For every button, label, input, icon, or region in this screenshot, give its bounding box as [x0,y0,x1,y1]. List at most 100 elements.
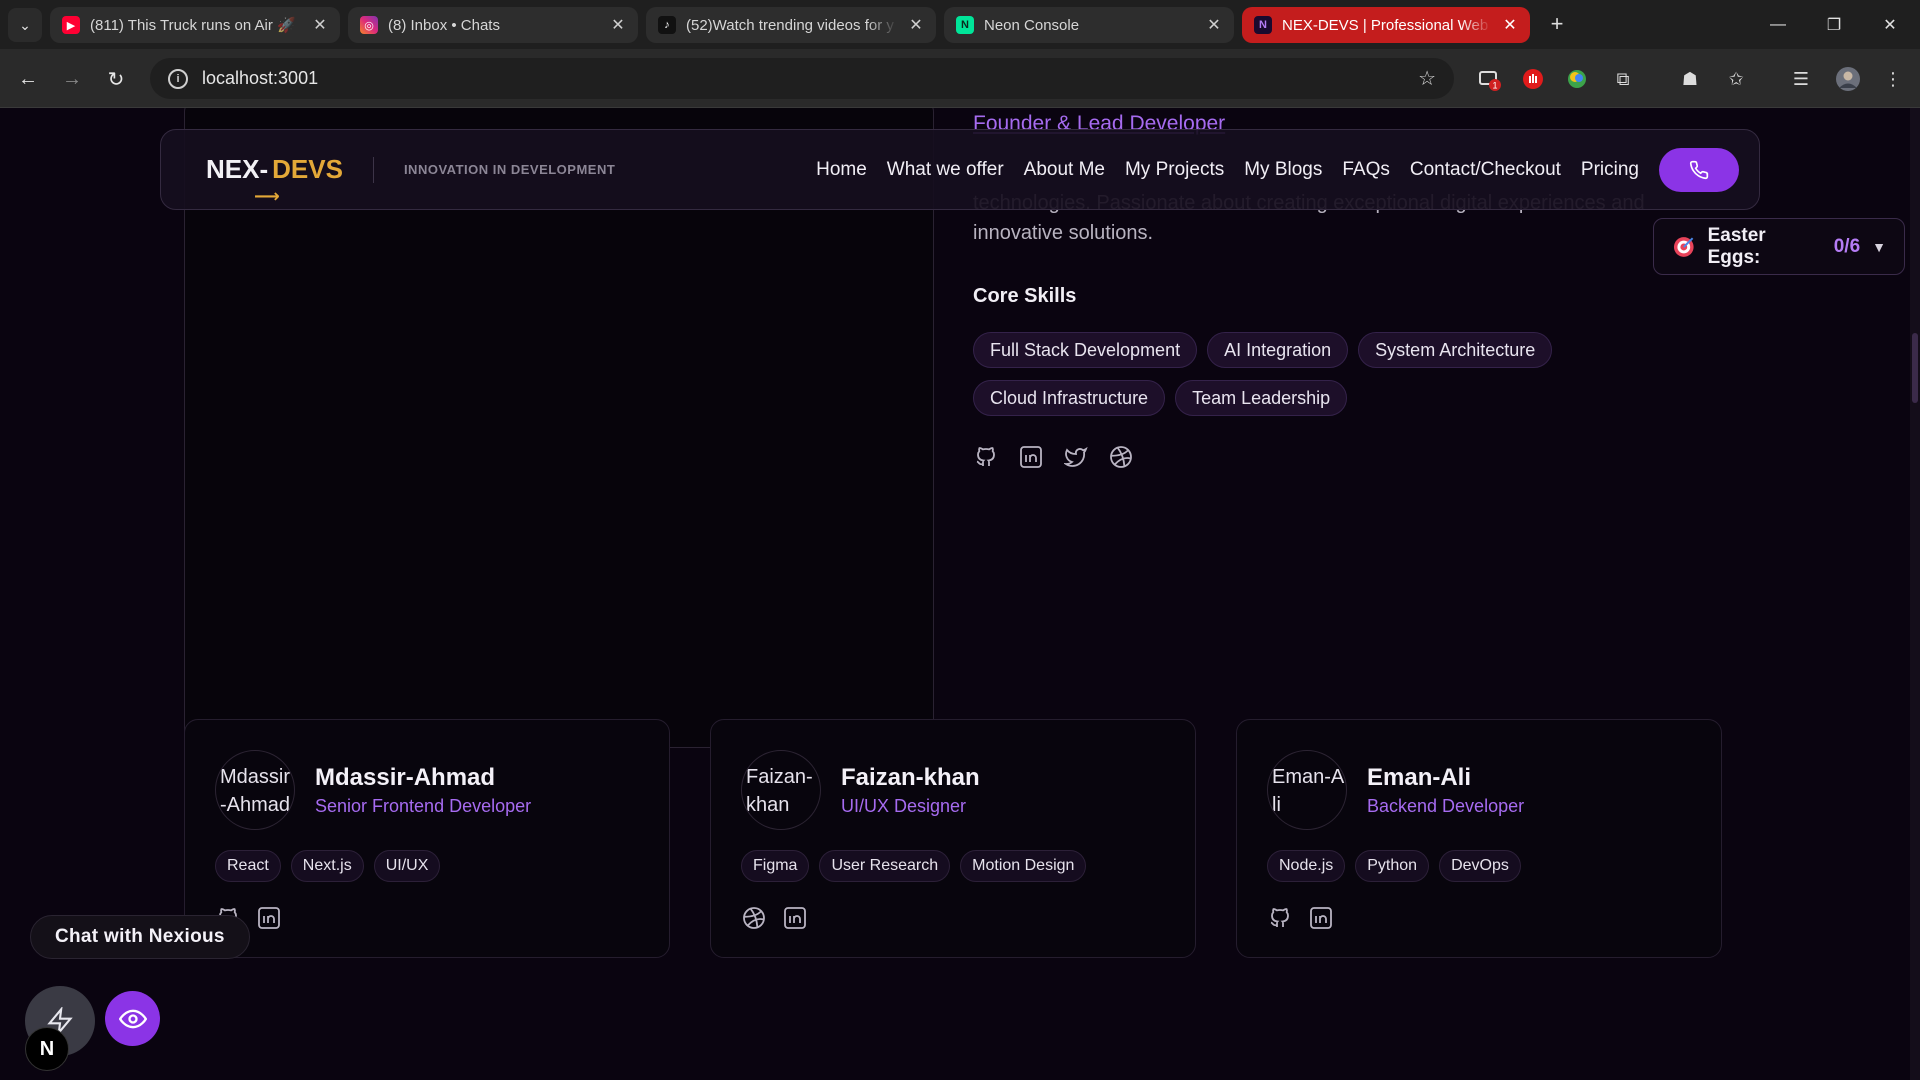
favorites-icon[interactable]: ✩ [1723,66,1749,92]
browser-tab-youtube[interactable]: ▶ (811) This Truck runs on Air 🚀 ✕ [50,7,340,43]
avatar: Faizan-khan [741,750,821,830]
nav-link-contact-checkout[interactable]: Contact/Checkout [1410,159,1561,181]
skill-tag: Motion Design [960,850,1087,882]
member-name: Mdassir-Ahmad [315,764,496,791]
github-icon[interactable] [1267,905,1292,930]
easter-eggs-widget[interactable]: Easter Eggs: 0/6 ▼ [1653,218,1905,275]
extensions-puzzle-icon[interactable]: ⧉ [1610,66,1636,92]
minimize-button[interactable]: — [1750,0,1806,49]
visibility-toggle-button[interactable] [105,991,160,1046]
skill-tag: User Research [819,850,951,882]
new-tab-button[interactable]: + [1542,9,1572,39]
nav-link-my-projects[interactable]: My Projects [1125,159,1224,181]
member-name: Faizan-khan [841,764,980,791]
skill-chip: Full Stack Development [973,332,1198,368]
github-icon[interactable] [973,444,998,469]
site-navbar: NEX- DEVS ⟶ INNOVATION IN DEVELOPMENT Ho… [160,129,1760,210]
dribbble-icon[interactable] [741,905,766,930]
eye-icon [118,1009,147,1028]
browser-tab-nexdevs[interactable]: N NEX-DEVS | Professional Web D ✕ [1242,7,1530,43]
nav-link-pricing[interactable]: Pricing [1581,159,1639,181]
team-member-card: Mdassir-Ahmad Mdassir-Ahmad Senior Front… [184,719,670,958]
skill-tag: Python [1355,850,1430,882]
member-tags: React Next.js UI/UX [215,850,441,882]
call-button[interactable] [1659,147,1739,192]
media-control-icon[interactable]: ☰ [1788,66,1814,92]
logo-arrow-icon: ⟶ [254,186,280,206]
site-logo[interactable]: NEX- DEVS ⟶ [206,154,343,206]
browser-menu-icon[interactable]: ⋮ [1880,66,1906,92]
extension-cast-icon[interactable]: 1 [1476,66,1502,92]
twitter-icon[interactable] [1063,444,1088,469]
nav-link-faqs[interactable]: FAQs [1342,159,1390,181]
avatar: Eman-Ali [1267,750,1347,830]
member-name: Eman-Ali [1367,764,1472,791]
chat-with-nexious-button[interactable]: Chat with Nexious [30,915,250,959]
member-tags: Figma User Research Motion Design [741,850,1087,882]
back-button[interactable]: ← [12,63,44,95]
member-role: Senior Frontend Developer [315,796,532,816]
close-tab-icon[interactable]: ✕ [312,15,328,35]
team-member-card: Eman-Ali Eman-Ali Backend Developer Node… [1236,719,1722,958]
skill-chip: Cloud Infrastructure [973,380,1166,416]
easter-eggs-label: Easter Eggs: [1707,224,1766,268]
founder-social-links [973,444,1133,469]
url-text[interactable]: localhost:3001 [202,68,1404,89]
linkedin-icon[interactable] [256,905,281,930]
adblock-extension-icon[interactable] [1520,66,1546,92]
browser-tab-strip: ⌄ ▶ (811) This Truck runs on Air 🚀 ✕ ◎ (… [0,0,1920,49]
reload-button[interactable]: ↻ [100,63,132,95]
instagram-icon: ◎ [360,16,378,34]
forward-button[interactable]: → [56,63,88,95]
member-role: Backend Developer [1367,796,1525,816]
skill-chip: Team Leadership [1175,380,1348,416]
nexdevs-icon: N [1254,16,1272,34]
profile-avatar[interactable] [1835,66,1861,92]
skill-tag: Figma [741,850,810,882]
nav-menu: Home What we offer About Me My Projects … [816,159,1639,181]
color-extension-icon[interactable] [1564,66,1590,92]
skill-tag: DevOps [1439,850,1521,882]
close-tab-icon[interactable]: ✕ [610,15,626,35]
close-tab-icon[interactable]: ✕ [1206,15,1222,35]
nav-link-my-blogs[interactable]: My Blogs [1244,159,1322,181]
site-tagline: INNOVATION IN DEVELOPMENT [403,162,616,177]
site-info-icon[interactable]: i [168,68,188,89]
scrollbar-thumb[interactable] [1912,333,1918,403]
skill-tag: Node.js [1267,850,1346,882]
target-icon [1673,236,1694,257]
member-role: UI/UX Designer [841,796,967,816]
close-tab-icon[interactable]: ✕ [1502,15,1518,35]
nav-link-what-we-offer[interactable]: What we offer [887,159,1004,181]
browser-toolbar: ← → ↻ i localhost:3001 ☆ 1 ⧉ ☗ ✩ ☰ ⋮ [0,49,1920,108]
restore-button[interactable]: ❐ [1806,0,1862,49]
caret-down-icon: ▼ [1872,238,1886,255]
address-bar[interactable]: i localhost:3001 ☆ [150,58,1454,99]
linkedin-icon[interactable] [782,905,807,930]
svg-text:1: 1 [1492,81,1497,91]
skill-tag: React [215,850,281,882]
linkedin-icon[interactable] [1018,444,1043,469]
core-skills-list: Full Stack Development AI Integration Sy… [973,332,1593,416]
close-window-button[interactable]: ✕ [1862,0,1918,49]
chevron-down-icon: ⌄ [19,16,31,33]
bookmark-star-icon[interactable]: ☆ [1418,66,1436,91]
page-scrollbar[interactable] [1910,108,1920,1080]
browser-tab-instagram[interactable]: ◎ (8) Inbox • Chats ✕ [348,7,638,43]
incognito-icon[interactable]: ☗ [1677,66,1703,92]
nav-link-home[interactable]: Home [816,159,867,181]
avatar: Mdassir-Ahmad [215,750,295,830]
core-skills-heading: Core Skills [973,285,1077,307]
nextjs-dev-indicator[interactable]: N [25,1027,69,1071]
skill-chip: AI Integration [1207,332,1349,368]
skill-chip: System Architecture [1358,332,1553,368]
linkedin-icon[interactable] [1308,905,1333,930]
youtube-icon: ▶ [62,16,80,34]
tab-search-button[interactable]: ⌄ [8,8,42,42]
nav-link-about-me[interactable]: About Me [1024,159,1105,181]
member-tags: Node.js Python DevOps [1267,850,1521,882]
dribbble-icon[interactable] [1108,444,1133,469]
browser-tab-tiktok[interactable]: ♪ (52)Watch trending videos for y ✕ [646,7,936,43]
close-tab-icon[interactable]: ✕ [908,15,924,35]
browser-tab-neon[interactable]: N Neon Console ✕ [944,7,1234,43]
